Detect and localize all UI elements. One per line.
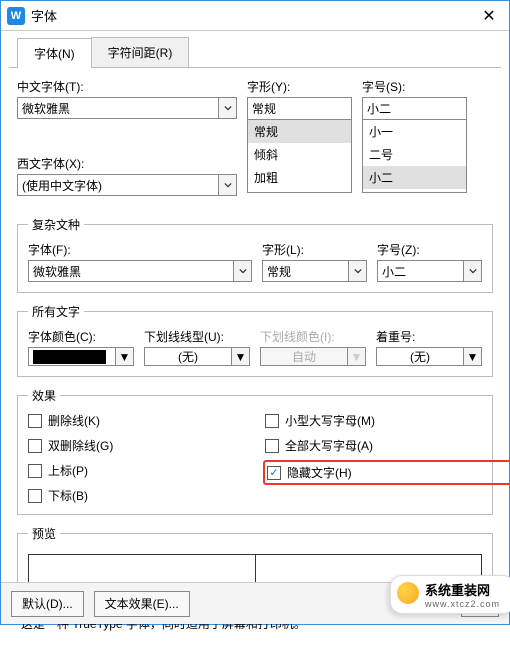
watermark-url: www.xtcz2.com [425,599,500,609]
checkbox-icon [28,414,42,428]
complex-size-combo[interactable]: 小二 [377,260,482,282]
complex-style-combo[interactable]: 常规 [262,260,367,282]
color-swatch-icon [33,350,106,364]
watermark-logo-icon [397,582,419,604]
chevron-down-icon [348,261,366,281]
subscript-checkbox[interactable]: 下标(B) [28,487,245,504]
strike-label: 删除线(K) [48,412,100,429]
all-text-group: 所有文字 字体颜色(C): ▼ 下划线线型(U): (无) ▼ [17,303,493,377]
chevron-down-icon [233,261,251,281]
dialog-body: 中文字体(T): 微软雅黑 字形(Y): 常规 常规 倾斜 加粗 字号(S): [1,68,509,646]
checkbox-icon [265,414,279,428]
style-listbox[interactable]: 常规 倾斜 加粗 [247,119,352,193]
complex-font-value: 微软雅黑 [29,263,233,280]
underline-color-combo: 自动 ▼ [260,347,366,366]
size-item-2[interactable]: 二号 [363,143,466,166]
west-font-combo[interactable]: (使用中文字体) [17,174,237,196]
size-input[interactable]: 小二 [362,97,467,119]
size-value: 小二 [363,100,466,117]
cn-font-combo[interactable]: 微软雅黑 [17,97,237,119]
allcaps-label: 全部大写字母(A) [285,437,373,454]
checkbox-icon [28,439,42,453]
hidden-text-checkbox[interactable]: ✓ 隐藏文字(H) [267,464,480,481]
smallcaps-label: 小型大写字母(M) [285,412,375,429]
style-value: 常规 [248,100,351,117]
tab-spacing[interactable]: 字符间距(R) [91,37,190,67]
complex-font-label: 字体(F): [28,241,252,258]
tab-font[interactable]: 字体(N) [17,38,92,68]
underline-style-label: 下划线线型(U): [144,328,250,345]
checkbox-icon: ✓ [267,466,281,480]
double-strike-checkbox[interactable]: 双删除线(G) [28,437,245,454]
chevron-down-icon: ▼ [115,348,133,365]
underline-color-value: 自动 [261,348,347,365]
emphasis-combo[interactable]: (无) ▼ [376,347,482,366]
close-icon: ✕ [482,6,495,26]
titlebar: W 字体 ✕ [1,1,509,31]
default-button[interactable]: 默认(D)... [11,591,84,617]
chevron-down-icon: ▼ [463,348,481,365]
size-item-3[interactable]: 小二 [363,166,466,189]
font-dialog: W 字体 ✕ 字体(N) 字符间距(R) 中文字体(T): 微软雅黑 字形(Y)… [0,0,510,625]
chevron-down-icon: ▼ [231,348,249,365]
alltext-legend: 所有文字 [28,303,84,320]
superscript-checkbox[interactable]: 上标(P) [28,462,245,479]
cn-font-label: 中文字体(T): [17,78,237,95]
emphasis-label: 着重号: [376,328,482,345]
text-effects-button[interactable]: 文本效果(E)... [94,591,190,617]
size-item-1[interactable]: 小一 [363,120,466,143]
checkbox-icon [28,489,42,503]
sup-label: 上标(P) [48,462,88,479]
complex-style-value: 常规 [263,263,348,280]
smallcaps-checkbox[interactable]: 小型大写字母(M) [265,412,482,429]
style-label: 字形(Y): [247,78,352,95]
complex-scripts-group: 复杂文种 字体(F): 微软雅黑 字形(L): 常规 [17,216,493,293]
style-item-italic[interactable]: 倾斜 [248,143,351,166]
underline-style-combo[interactable]: (无) ▼ [144,347,250,366]
size-label: 字号(S): [362,78,467,95]
emphasis-value: (无) [377,348,463,365]
watermark-badge: 系统重装网 www.xtcz2.com [390,575,510,614]
checkbox-icon [265,439,279,453]
watermark-title: 系统重装网 [425,580,490,599]
preview-legend: 预览 [28,525,60,542]
chevron-down-icon [218,175,236,195]
dstrike-label: 双删除线(G) [48,437,113,454]
close-button[interactable]: ✕ [469,1,509,31]
underline-color-label: 下划线颜色(I): [260,328,366,345]
allcaps-checkbox[interactable]: 全部大写字母(A) [265,437,482,454]
font-color-label: 字体颜色(C): [28,328,134,345]
app-logo-icon: W [7,7,25,25]
west-font-value: (使用中文字体) [18,177,218,194]
hidden-highlight-box: ✓ 隐藏文字(H) [263,460,510,485]
complex-font-combo[interactable]: 微软雅黑 [28,260,252,282]
effects-group: 效果 删除线(K) 双删除线(G) 上标(P) 下标(B) 小型大写字母(M) … [17,387,493,515]
cn-font-value: 微软雅黑 [18,100,218,117]
complex-size-label: 字号(Z): [377,241,482,258]
style-item-regular[interactable]: 常规 [248,120,351,143]
chevron-down-icon: ▼ [347,348,365,365]
complex-size-value: 小二 [378,263,463,280]
complex-style-label: 字形(L): [262,241,367,258]
hidden-label: 隐藏文字(H) [287,464,352,481]
complex-legend: 复杂文种 [28,216,84,233]
font-color-picker[interactable]: ▼ [28,347,134,366]
tab-strip: 字体(N) 字符间距(R) [9,31,501,68]
chevron-down-icon [218,98,236,118]
sub-label: 下标(B) [48,487,88,504]
west-font-label: 西文字体(X): [17,155,237,172]
checkbox-icon [28,464,42,478]
style-input[interactable]: 常规 [247,97,352,119]
strike-checkbox[interactable]: 删除线(K) [28,412,245,429]
window-title: 字体 [31,6,469,25]
effects-legend: 效果 [28,387,60,404]
size-listbox[interactable]: 小一 二号 小二 [362,119,467,193]
style-item-bold[interactable]: 加粗 [248,166,351,189]
chevron-down-icon [463,261,481,281]
underline-style-value: (无) [145,348,231,365]
